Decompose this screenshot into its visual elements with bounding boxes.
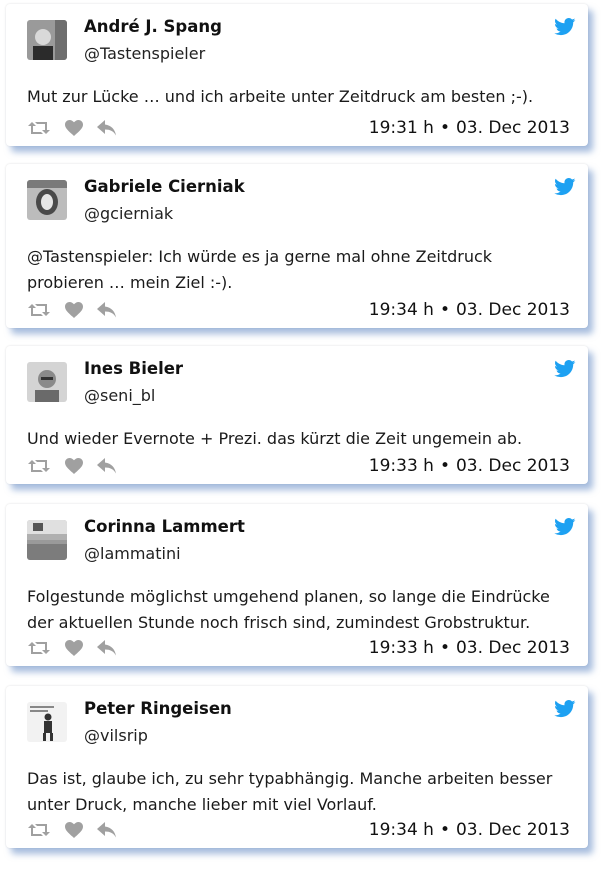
time-separator: • [439, 300, 450, 320]
author-handle[interactable]: @seni_bl [84, 386, 155, 405]
tweet-actions [27, 640, 117, 656]
tweet-actions [27, 302, 117, 318]
heart-icon[interactable] [65, 302, 83, 318]
twitter-bird-icon[interactable] [554, 18, 576, 40]
timestamp[interactable]: 19:34 h • 03. Dec 2013 [369, 820, 570, 840]
timestamp[interactable]: 19:33 h • 03. Dec 2013 [369, 638, 570, 658]
tweet-card: Corinna Lammert @lammatini Folgestunde m… [6, 504, 588, 666]
reply-icon[interactable] [97, 120, 117, 136]
author-name[interactable]: Peter Ringeisen [84, 699, 232, 718]
author-handle[interactable]: @vilsrip [84, 726, 148, 745]
avatar[interactable] [27, 20, 67, 60]
avatar[interactable] [27, 180, 67, 220]
retweet-icon[interactable] [27, 302, 51, 318]
tweet-time: 19:34 h [368, 820, 434, 840]
tweet-text: Und wieder Evernote + Prezi. das kürzt d… [27, 429, 523, 448]
time-separator: • [439, 820, 450, 840]
twitter-bird-icon[interactable] [554, 700, 576, 722]
retweet-icon[interactable] [27, 822, 51, 838]
timestamp[interactable]: 19:33 h • 03. Dec 2013 [369, 456, 570, 476]
tweet-feed: André J. Spang @Tastenspieler Mut zur Lü… [0, 0, 608, 871]
reply-icon[interactable] [97, 640, 117, 656]
tweet-actions [27, 120, 117, 136]
heart-icon[interactable] [65, 640, 83, 656]
avatar[interactable] [27, 520, 67, 560]
tweet-date: 03. Dec 2013 [455, 638, 570, 658]
heart-icon[interactable] [65, 458, 83, 474]
tweet-time: 19:34 h [368, 300, 434, 320]
author-name[interactable]: Corinna Lammert [84, 517, 245, 536]
tweet-text: Mut zur Lücke … und ich arbeite unter Ze… [27, 87, 534, 106]
author-handle[interactable]: @lammatini [84, 544, 181, 563]
reply-icon[interactable] [97, 822, 117, 838]
retweet-icon[interactable] [27, 120, 51, 136]
time-separator: • [439, 456, 450, 476]
author-name[interactable]: Ines Bieler [84, 359, 183, 378]
reply-icon[interactable] [97, 302, 117, 318]
tweet-card: Gabriele Cierniak @gcierniak @Tastenspie… [6, 164, 588, 328]
tweet-actions [27, 822, 117, 838]
heart-icon[interactable] [65, 822, 83, 838]
author-handle[interactable]: @Tastenspieler [84, 44, 205, 63]
twitter-bird-icon[interactable] [554, 178, 576, 200]
avatar[interactable] [27, 362, 67, 402]
tweet-text: Folgestunde möglichst umgehend planen, s… [27, 587, 550, 632]
tweet-time: 19:31 h [368, 118, 434, 138]
author-name[interactable]: André J. Spang [84, 17, 222, 36]
timestamp[interactable]: 19:34 h • 03. Dec 2013 [369, 300, 570, 320]
tweet-text: @Tastenspieler: Ich würde es ja gerne ma… [27, 247, 493, 292]
tweet-card: André J. Spang @Tastenspieler Mut zur Lü… [6, 4, 588, 146]
tweet-time: 19:33 h [368, 456, 434, 476]
heart-icon[interactable] [65, 120, 83, 136]
author-name[interactable]: Gabriele Cierniak [84, 177, 245, 196]
tweet-text: Das ist, glaube ich, zu sehr typabhängig… [27, 769, 553, 814]
avatar[interactable] [27, 702, 67, 742]
tweet-card: Peter Ringeisen @vilsrip Das ist, glaube… [6, 686, 588, 848]
author-handle[interactable]: @gcierniak [84, 204, 173, 223]
tweet-date: 03. Dec 2013 [455, 300, 570, 320]
tweet-date: 03. Dec 2013 [455, 820, 570, 840]
time-separator: • [439, 638, 450, 658]
tweet-date: 03. Dec 2013 [455, 118, 570, 138]
retweet-icon[interactable] [27, 458, 51, 474]
retweet-icon[interactable] [27, 640, 51, 656]
tweet-date: 03. Dec 2013 [455, 456, 570, 476]
tweet-time: 19:33 h [368, 638, 434, 658]
twitter-bird-icon[interactable] [554, 360, 576, 382]
tweet-card: Ines Bieler @seni_bl Und wieder Evernote… [6, 346, 588, 484]
tweet-actions [27, 458, 117, 474]
reply-icon[interactable] [97, 458, 117, 474]
time-separator: • [439, 118, 450, 138]
twitter-bird-icon[interactable] [554, 518, 576, 540]
timestamp[interactable]: 19:31 h • 03. Dec 2013 [369, 118, 570, 138]
